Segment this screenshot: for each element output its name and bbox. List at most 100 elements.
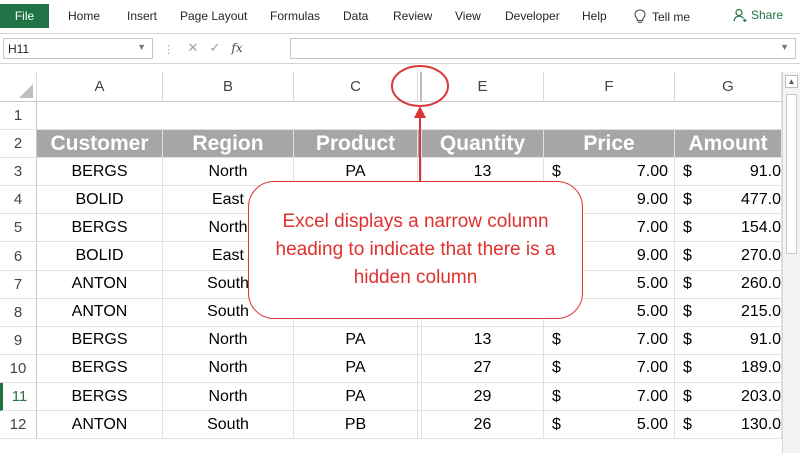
amount-value: 154.0 xyxy=(740,218,781,236)
row-header-12[interactable]: 12 xyxy=(0,411,37,440)
row-header-8[interactable]: 8 xyxy=(0,298,37,327)
expand-formula-chevron-icon[interactable]: ▼ xyxy=(780,42,789,52)
table-cell[interactable]: BOLID xyxy=(37,186,163,215)
formula-bar-grip-icon[interactable]: ⋮ xyxy=(163,43,174,56)
tab-review[interactable]: Review xyxy=(393,9,432,23)
amount-cell[interactable]: $130.0 xyxy=(675,411,782,440)
price-cell[interactable]: $5.00 xyxy=(544,411,675,440)
table-cell[interactable]: BOLID xyxy=(37,242,163,271)
column-header-b[interactable]: B xyxy=(163,72,294,102)
tab-data[interactable]: Data xyxy=(343,9,368,23)
amount-cell[interactable]: $270.0 xyxy=(675,242,782,271)
amount-cell[interactable]: $91.0 xyxy=(675,326,782,355)
currency-symbol: $ xyxy=(683,359,692,377)
amount-cell[interactable]: $477.0 xyxy=(675,186,782,215)
vertical-scrollbar[interactable]: ▲ xyxy=(782,72,800,453)
table-header-cell[interactable]: Quantity xyxy=(422,130,544,159)
row-header-7[interactable]: 7 xyxy=(0,270,37,299)
row-header-11[interactable]: 11 xyxy=(0,383,37,412)
table-cell[interactable]: BERGS xyxy=(37,214,163,243)
table-cell[interactable]: PA xyxy=(294,326,418,355)
select-all-corner[interactable] xyxy=(0,72,37,102)
price-value: 5.00 xyxy=(636,303,668,321)
tab-help[interactable]: Help xyxy=(582,9,607,23)
table-cell[interactable]: North xyxy=(163,326,294,355)
amount-cell[interactable]: $260.0 xyxy=(675,270,782,299)
column-header-f[interactable]: F xyxy=(544,72,675,102)
currency-symbol: $ xyxy=(683,218,692,236)
column-header-c[interactable]: C xyxy=(294,72,418,102)
column-header-a[interactable]: A xyxy=(37,72,163,102)
currency-symbol: $ xyxy=(683,162,692,180)
tab-developer[interactable]: Developer xyxy=(505,9,560,23)
currency-symbol: $ xyxy=(683,275,692,293)
amount-cell[interactable]: $203.0 xyxy=(675,383,782,412)
table-header-cell[interactable]: Region xyxy=(163,130,294,159)
enter-icon[interactable]: ✓ xyxy=(204,40,226,56)
amount-cell[interactable]: $189.0 xyxy=(675,354,782,383)
row-header-5[interactable]: 5 xyxy=(0,214,37,243)
table-header-cell[interactable]: Product xyxy=(294,130,418,159)
name-box[interactable]: H11 ▼ xyxy=(3,38,153,59)
table-cell[interactable]: North xyxy=(163,354,294,383)
table-header-cell[interactable]: Amount xyxy=(675,130,782,159)
scroll-up-arrow-icon[interactable]: ▲ xyxy=(785,75,798,88)
annotation-callout: Excel displays a narrow column heading t… xyxy=(248,181,583,319)
table-cell[interactable]: BERGS xyxy=(37,354,163,383)
dropdown-chevron-icon[interactable]: ▼ xyxy=(137,42,146,52)
row-header-2[interactable]: 2 xyxy=(0,130,37,159)
table-cell[interactable]: PB xyxy=(294,411,418,440)
cancel-icon[interactable]: ✕ xyxy=(182,40,204,56)
table-cell[interactable]: PA xyxy=(294,383,418,412)
price-cell[interactable]: $7.00 xyxy=(544,326,675,355)
table-cell[interactable]: ANTON xyxy=(37,411,163,440)
table-cell[interactable]: ANTON xyxy=(37,270,163,299)
table-cell[interactable]: 13 xyxy=(422,326,544,355)
row-header-9[interactable]: 9 xyxy=(0,326,37,355)
table-cell[interactable]: BERGS xyxy=(37,383,163,412)
row-header-4[interactable]: 4 xyxy=(0,186,37,215)
tab-view[interactable]: View xyxy=(455,9,481,23)
row-header-10[interactable]: 10 xyxy=(0,354,37,383)
row-header-1[interactable]: 1 xyxy=(0,102,37,131)
amount-cell[interactable]: $215.0 xyxy=(675,298,782,327)
column-header-g[interactable]: G xyxy=(675,72,782,102)
row-header-3[interactable]: 3 xyxy=(0,158,37,187)
amount-cell[interactable]: $154.0 xyxy=(675,214,782,243)
tell-me-search[interactable]: Tell me xyxy=(634,9,690,24)
callout-text: Excel displays a narrow column heading t… xyxy=(275,211,556,288)
currency-symbol: $ xyxy=(552,387,561,405)
row-header-6[interactable]: 6 xyxy=(0,242,37,271)
table-header-cell[interactable]: Customer xyxy=(37,130,163,159)
share-button[interactable]: Share xyxy=(733,8,783,22)
scrollbar-thumb[interactable] xyxy=(786,94,797,254)
amount-cell[interactable]: $91.0 xyxy=(675,158,782,187)
table-cell[interactable]: BERGS xyxy=(37,326,163,355)
price-cell[interactable]: $7.00 xyxy=(544,383,675,412)
price-value: 5.00 xyxy=(636,415,668,433)
tab-formulas[interactable]: Formulas xyxy=(270,9,320,23)
name-box-value: H11 xyxy=(8,42,30,56)
price-cell[interactable]: $7.00 xyxy=(544,354,675,383)
table-cell[interactable]: PA xyxy=(294,354,418,383)
price-value: 7.00 xyxy=(636,218,668,236)
column-header-e[interactable]: E xyxy=(422,72,544,102)
table-cell[interactable]: BERGS xyxy=(37,158,163,187)
table-cell[interactable]: 29 xyxy=(422,383,544,412)
amount-value: 91.0 xyxy=(749,331,781,349)
table-cell[interactable]: South xyxy=(163,411,294,440)
table-cell[interactable]: ANTON xyxy=(37,298,163,327)
hidden-column-sliver xyxy=(418,130,422,159)
tab-insert[interactable]: Insert xyxy=(127,9,157,23)
table-header-cell[interactable]: Price xyxy=(544,130,675,159)
tab-home[interactable]: Home xyxy=(68,9,100,23)
table-cell[interactable]: 26 xyxy=(422,411,544,440)
tab-page-layout[interactable]: Page Layout xyxy=(180,9,247,23)
function-icon[interactable]: fx xyxy=(226,41,248,55)
table-cell[interactable]: North xyxy=(163,383,294,412)
empty-row[interactable] xyxy=(37,102,782,131)
formula-input[interactable]: ▼ xyxy=(290,38,796,59)
file-tab[interactable]: File xyxy=(0,4,49,28)
ribbon-menu: File Home Insert Page Layout Formulas Da… xyxy=(0,0,800,34)
table-cell[interactable]: 27 xyxy=(422,354,544,383)
